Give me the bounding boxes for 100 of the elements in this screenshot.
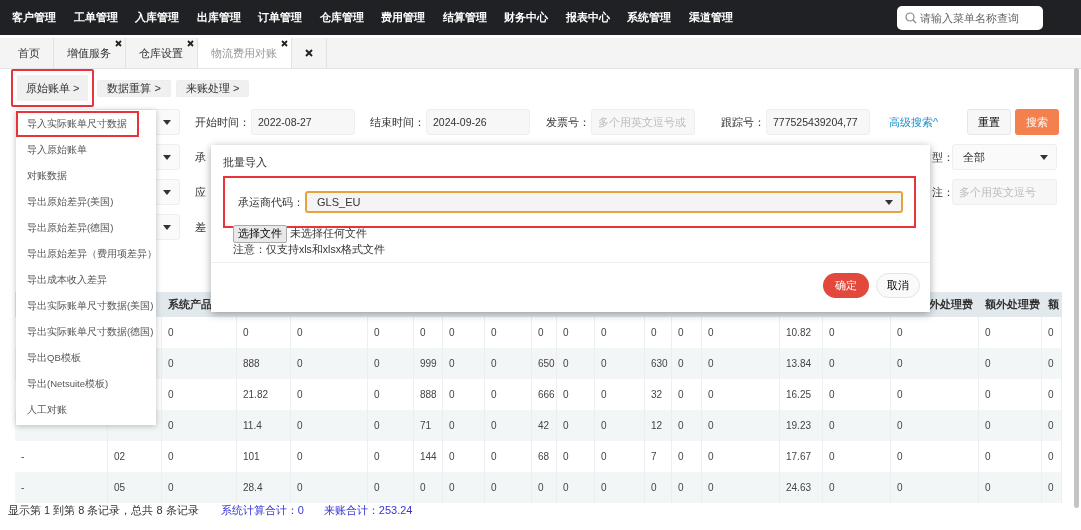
table-cell: 0 — [297, 327, 303, 338]
table-cell: 0 — [985, 482, 991, 493]
table-cell: 0 — [420, 482, 426, 493]
nav-menu-item[interactable]: 仓库管理 — [319, 10, 381, 25]
reset-button[interactable]: 重置 — [967, 109, 1011, 135]
table-cell: 24.63 — [786, 482, 812, 493]
table-cell: 0 — [491, 420, 497, 431]
toolbar-button[interactable]: 原始账单 > — [11, 69, 95, 107]
scrollbar[interactable] — [1074, 68, 1079, 508]
table-cell: 10.82 — [786, 327, 812, 338]
nav-menu-item[interactable]: 报表中心 — [565, 10, 627, 25]
table-cell: 0 — [374, 420, 380, 431]
menu-item[interactable]: 导出原始差异(美国) — [16, 189, 156, 215]
nav-menu-item[interactable]: 财务中心 — [504, 10, 566, 25]
table-cell: 888 — [243, 358, 260, 369]
table-cell: 0 — [708, 389, 714, 400]
table-cell: 0 — [563, 420, 569, 431]
nav-menu-item[interactable]: 出库管理 — [196, 10, 258, 25]
table-cell: 0 — [1048, 420, 1054, 431]
end-date-field[interactable]: 2024-09-26 — [426, 109, 530, 135]
table-cell: 0 — [985, 451, 991, 462]
advanced-search-link[interactable]: 高级搜索^ — [889, 114, 959, 130]
close-icon[interactable] — [187, 40, 194, 47]
file-status-text: 未选择任何文件 — [290, 227, 367, 241]
caret-icon — [163, 154, 171, 160]
cancel-button[interactable]: 取消 — [876, 273, 920, 298]
table-cell: 0 — [563, 451, 569, 462]
table-cell: 0 — [678, 451, 684, 462]
table-cell: 0 — [449, 327, 455, 338]
table-cell: 0 — [374, 327, 380, 338]
table-cell: 0 — [563, 327, 569, 338]
table-cell: 0 — [1048, 358, 1054, 369]
nav-menu-item[interactable]: 结算管理 — [442, 10, 504, 25]
start-date-field[interactable]: 2022-08-27 — [251, 109, 355, 135]
table-cell: 0 — [374, 451, 380, 462]
column-header: 额 — [1048, 297, 1059, 312]
table-cell: 0 — [985, 358, 991, 369]
tracking-number-field[interactable]: 777525439204,77 — [766, 109, 870, 135]
close-icon[interactable] — [115, 40, 122, 47]
table-cell: 0 — [449, 389, 455, 400]
table-cell: 0 — [708, 420, 714, 431]
nav-menu-item[interactable]: 工单管理 — [73, 10, 135, 25]
table-cell: 68 — [538, 451, 550, 462]
system-total-text: 系统计算合计：0 — [220, 502, 304, 518]
table-cell: 0 — [678, 389, 684, 400]
table-cell: 0 — [601, 327, 607, 338]
menu-item[interactable]: 导入实际账单尺寸数据 — [16, 111, 139, 137]
table-cell: 0 — [829, 327, 835, 338]
menu-search-field[interactable]: 请输入菜单名称查询 — [897, 5, 1043, 30]
nav-menu-item[interactable]: 入库管理 — [135, 10, 197, 25]
choose-file-button[interactable]: 选择文件 — [233, 225, 287, 243]
nav-menu-item[interactable]: 渠道管理 — [688, 10, 750, 25]
nav-menu-item[interactable]: 费用管理 — [381, 10, 443, 25]
carrier-select[interactable]: GLS_EU — [305, 191, 903, 213]
close-icon[interactable] — [281, 40, 288, 47]
table-cell: 0 — [829, 389, 835, 400]
table-cell: 0 — [168, 482, 174, 493]
table-cell: 0 — [297, 420, 303, 431]
table-cell: 0 — [297, 358, 303, 369]
menu-item[interactable]: 导出成本收入差异 — [16, 267, 156, 293]
toolbar-button[interactable]: 数据重算 > — [97, 79, 171, 97]
table-cell: 0 — [708, 482, 714, 493]
menu-item[interactable]: 导出QB模板 — [16, 345, 156, 371]
table-cell: 650 — [538, 358, 555, 369]
table-cell: 0 — [829, 358, 835, 369]
menu-item[interactable]: 导出实际账单尺寸数据(美国) — [16, 293, 156, 319]
menu-item[interactable]: 导出原始差异（费用项差异） — [16, 241, 156, 267]
table-cell: 7 — [651, 451, 657, 462]
field-label: 承 — [195, 149, 206, 165]
menu-item[interactable]: 导出(Netsuite模板) — [16, 371, 156, 397]
menu-item[interactable]: 导出原始差异(德国) — [16, 215, 156, 241]
nav-menu-item[interactable]: 系统管理 — [627, 10, 689, 25]
table-cell: 0 — [563, 482, 569, 493]
menu-item[interactable]: 导入原始账单 — [16, 137, 156, 163]
caret-icon — [163, 189, 171, 195]
note-text: 注意：仅支持xls和xlsx格式文件 — [211, 243, 930, 263]
caret-icon — [1040, 154, 1048, 160]
table-cell: 0 — [374, 482, 380, 493]
table-cell: 0 — [1048, 389, 1054, 400]
confirm-button[interactable]: 确定 — [823, 273, 869, 298]
field-label: 差 — [195, 219, 206, 235]
nav-menu-item[interactable]: 客户管理 — [12, 10, 74, 25]
page-tab[interactable]: 首页 — [5, 38, 54, 68]
type-select[interactable]: 全部 — [952, 144, 1057, 170]
menu-item[interactable]: 人工对账 — [16, 397, 156, 423]
table-cell: 42 — [538, 420, 550, 431]
page-tab[interactable]: 增值服务 — [54, 38, 126, 68]
table-cell: 0 — [985, 389, 991, 400]
table-cell: 0 — [708, 451, 714, 462]
menu-item[interactable]: 导出实际账单尺寸数据(德国) — [16, 319, 156, 345]
nav-menu-item[interactable]: 订单管理 — [258, 10, 320, 25]
table-cell: 0 — [708, 358, 714, 369]
menu-item[interactable]: 对账数据 — [16, 163, 156, 189]
table-cell: 0 — [538, 327, 544, 338]
table-cell: 28.4 — [243, 482, 263, 493]
field-label: 跟踪号： — [721, 114, 766, 130]
toolbar-button[interactable]: 来账处理 > — [175, 79, 250, 97]
table-cell: 0 — [491, 327, 497, 338]
table-cell: 0 — [678, 420, 684, 431]
table-cell: 0 — [563, 358, 569, 369]
